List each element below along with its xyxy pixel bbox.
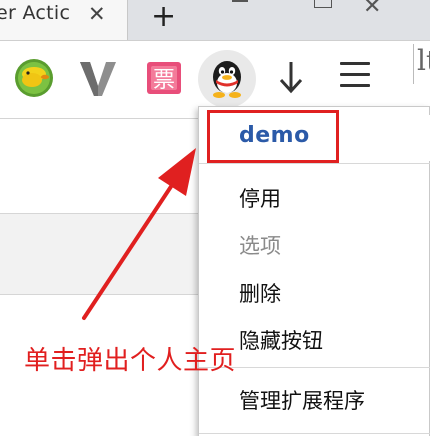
annotation-text: 单击弹出个人主页	[24, 346, 237, 376]
